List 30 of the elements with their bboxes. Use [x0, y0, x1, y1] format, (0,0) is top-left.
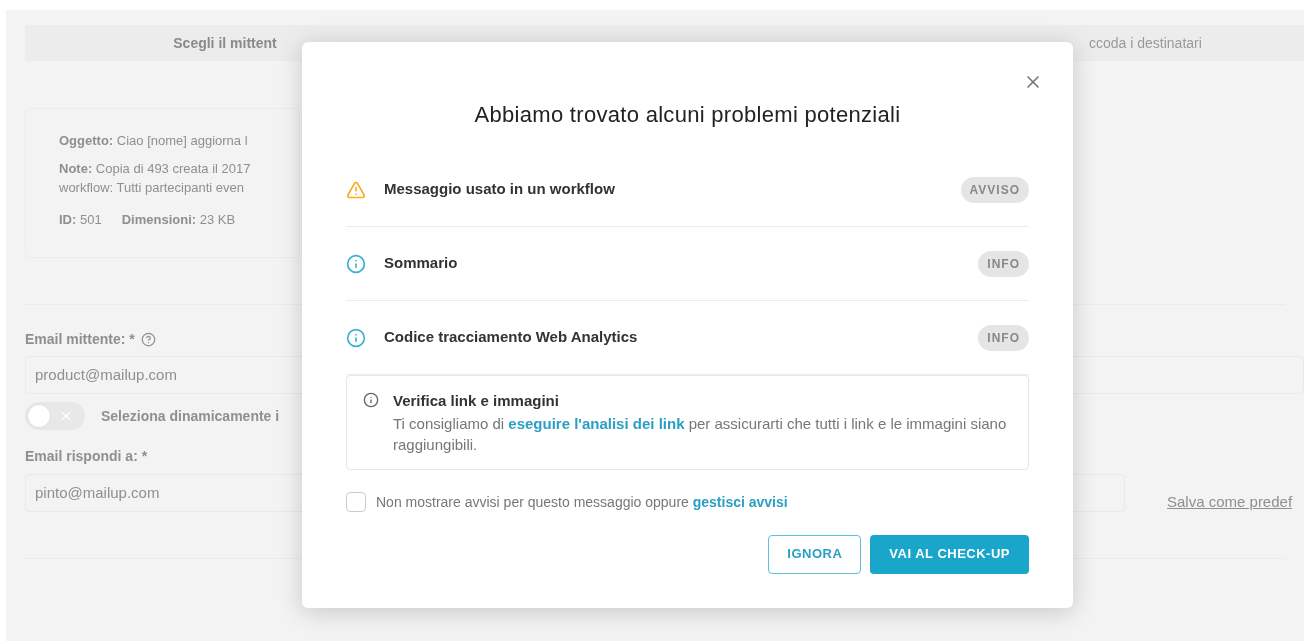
- checkup-button[interactable]: VAI AL CHECK-UP: [870, 534, 1029, 574]
- warning-icon: [346, 179, 366, 200]
- issue-label: Codice tracciamento Web Analytics: [384, 327, 638, 348]
- issue-tag: INFO: [978, 250, 1029, 277]
- dialog-title: Abbiamo trovato alcuni problemi potenziali: [473, 101, 902, 129]
- subject-text: Oggetto: Ciao [nome] aggiorna l: [59, 132, 249, 150]
- notes-text: workflow: Tutti partecipanti even: [59, 179, 245, 197]
- dont-show-text: Non mostrare avvisi per questo messaggio oppure gestisci avvisi: [376, 492, 788, 512]
- manage-warnings-link[interactable]: gestisci avvisi: [692, 493, 788, 510]
- size-text: Dimensioni: 23 KB: [121, 210, 236, 229]
- info-icon: [346, 253, 366, 274]
- notice-text: Ti consigliamo di eseguire l'analisi dei link per assicurarti che tutti i link e le immagini siano raggiungibili.: [393, 413, 1008, 455]
- notes-text: Note: Copia di 493 creata il 2017: [59, 159, 252, 178]
- notice-title: Verifica link e immagini: [393, 391, 560, 411]
- id-text: ID: 501: [59, 210, 102, 229]
- issue-label: Messaggio usato in un workflow: [384, 179, 615, 200]
- issue-tag: INFO: [978, 324, 1029, 351]
- info-icon: [363, 392, 379, 408]
- toggle-switch[interactable]: [25, 402, 85, 430]
- help-icon[interactable]: [140, 332, 156, 347]
- toggle-label: Seleziona dinamicamente i: [101, 406, 280, 426]
- field-label: Email mittente: *: [25, 330, 135, 349]
- save-default-link[interactable]: Salva come predef: [1167, 491, 1293, 514]
- issue-label: Sommario: [384, 253, 458, 274]
- info-icon: [346, 327, 366, 348]
- ignore-button[interactable]: IGNORA: [768, 534, 862, 574]
- step-tab[interactable]: ccoda i destinatari: [1089, 25, 1304, 61]
- checkbox[interactable]: [346, 492, 366, 512]
- issue-tag: AVVISO: [960, 176, 1029, 203]
- link-analysis-link[interactable]: eseguire l'analisi dei link: [508, 414, 685, 432]
